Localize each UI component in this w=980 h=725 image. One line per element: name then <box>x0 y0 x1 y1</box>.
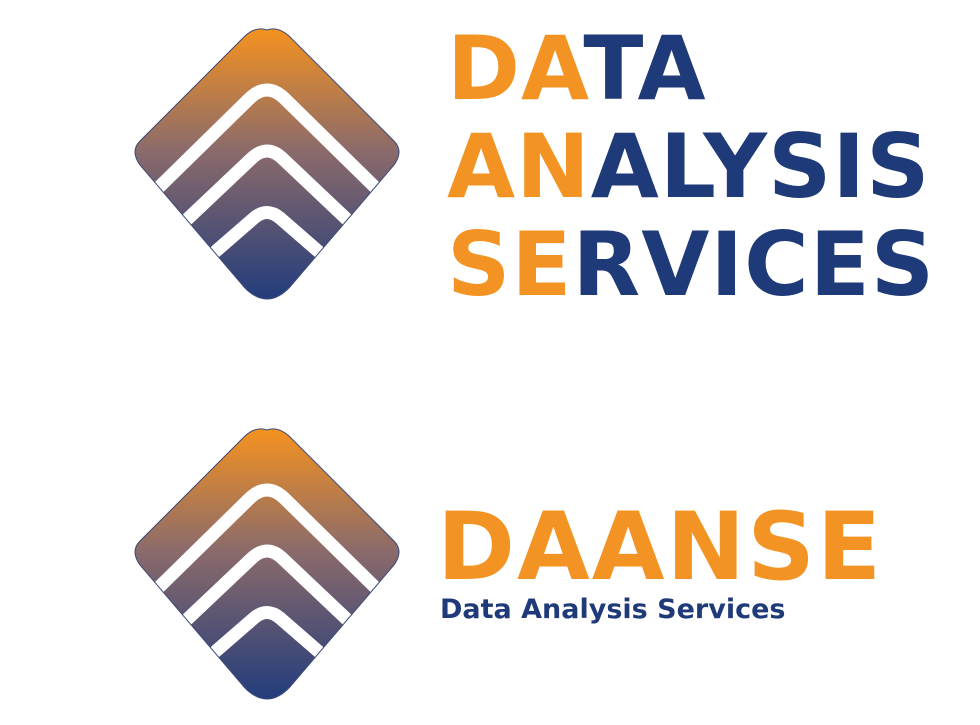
wordmark-line-services: SERVICES <box>447 213 934 316</box>
acronym-wordmark: DAANSE <box>437 493 884 602</box>
wordmark-rest: ALYSIS <box>590 115 931 218</box>
wordmark-line-data: DATA <box>447 20 907 118</box>
layered-diamond-icon <box>128 26 406 300</box>
wordmark-line-analysis: ANALYSIS <box>447 115 929 218</box>
wordmark-rest: RVICES <box>572 213 936 316</box>
layered-diamond-icon <box>128 426 406 700</box>
wordmark-accent: DA <box>447 17 584 120</box>
stacked-wordmark: DATA ANALYSIS SERVICES <box>447 20 934 316</box>
wordmark-accent: AN <box>447 115 591 218</box>
wordmark-accent: SE <box>447 213 573 316</box>
tagline: Data Analysis Services <box>440 594 786 625</box>
wordmark-rest: TA <box>583 17 707 120</box>
